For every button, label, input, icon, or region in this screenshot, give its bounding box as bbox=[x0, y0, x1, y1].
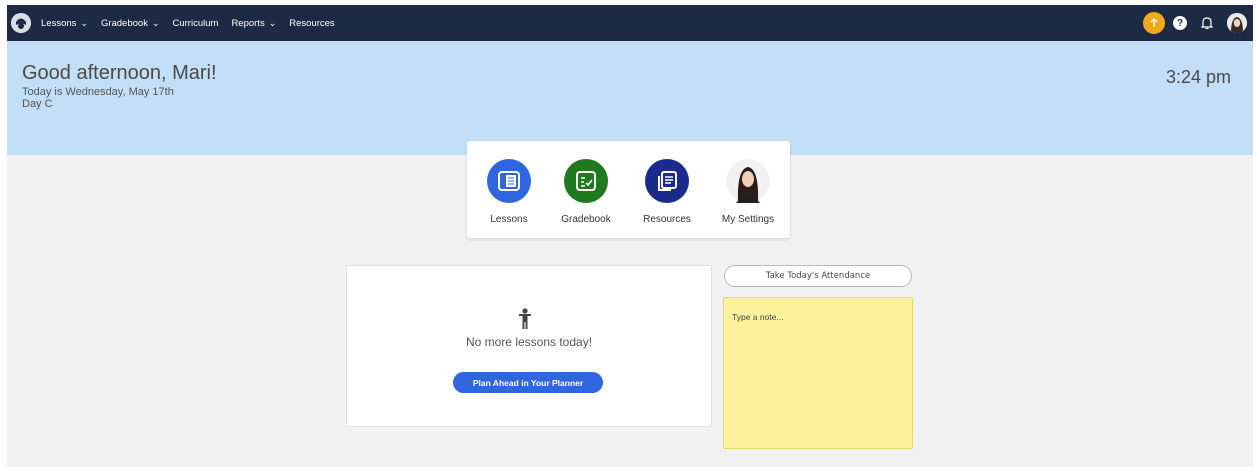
nav-item-resources[interactable]: Resources bbox=[289, 18, 334, 29]
nav-item-reports[interactable]: Reports ⌄ bbox=[231, 18, 276, 29]
chevron-down-icon: ⌄ bbox=[151, 17, 160, 28]
nav-item-label: Resources bbox=[289, 17, 335, 29]
greeting-banner: Good afternoon, Mari! Today is Wednesday… bbox=[7, 41, 1253, 155]
note-input[interactable] bbox=[732, 312, 902, 438]
chevron-down-icon: ⌄ bbox=[80, 17, 88, 28]
help-icon[interactable]: ? bbox=[1173, 16, 1187, 30]
nav-item-lessons[interactable]: Lessons ⌄ bbox=[41, 18, 88, 29]
day-text: Day C bbox=[22, 98, 53, 110]
gradebook-icon bbox=[564, 159, 608, 203]
quick-settings-button[interactable]: My Settings bbox=[708, 159, 788, 225]
quick-label-gradebook: Gradebook bbox=[561, 214, 611, 225]
plan-ahead-button[interactable]: Plan Ahead in Your Planner bbox=[453, 372, 603, 393]
nav-item-gradebook[interactable]: Gradebook ⌄ bbox=[101, 18, 160, 29]
clock-time: 3:24 pm bbox=[1165, 67, 1231, 87]
quick-lessons-button[interactable]: Lessons bbox=[469, 159, 549, 225]
nav-menu: Lessons ⌄ Gradebook ⌄ Curriculum Reports… bbox=[41, 5, 348, 41]
user-avatar[interactable] bbox=[1227, 13, 1247, 33]
nav-item-label: Reports bbox=[231, 17, 265, 29]
nav-right-controls: ? bbox=[1143, 5, 1247, 41]
sticky-note bbox=[723, 297, 913, 449]
quick-label-resources: Resources bbox=[643, 214, 691, 225]
top-nav: Lessons ⌄ Gradebook ⌄ Curriculum Reports… bbox=[7, 5, 1253, 41]
quick-gradebook-button[interactable]: Gradebook bbox=[546, 159, 626, 225]
date-text: Today is Wednesday, May 17th bbox=[22, 86, 174, 98]
logo-icon[interactable] bbox=[11, 13, 31, 33]
nav-item-curriculum[interactable]: Curriculum bbox=[173, 18, 219, 29]
greeting-text: Good afternoon, Mari! bbox=[22, 62, 217, 84]
app-frame: Lessons ⌄ Gradebook ⌄ Curriculum Reports… bbox=[7, 5, 1253, 467]
no-lessons-message: No more lessons today! bbox=[465, 335, 593, 349]
nav-item-label: Curriculum bbox=[172, 17, 219, 29]
quick-access-card: Lessons Gradebook Resources My Settings bbox=[467, 141, 790, 238]
upgrade-button[interactable] bbox=[1143, 12, 1165, 34]
quick-label-lessons: Lessons bbox=[490, 214, 528, 225]
bell-icon[interactable] bbox=[1200, 15, 1214, 31]
quick-label-settings: My Settings bbox=[721, 214, 775, 225]
arrow-up-icon bbox=[1150, 18, 1158, 27]
take-attendance-button[interactable]: Take Today's Attendance bbox=[724, 265, 912, 287]
settings-avatar-icon bbox=[726, 159, 770, 203]
lessons-icon bbox=[487, 159, 531, 203]
child-icon bbox=[518, 308, 532, 330]
lessons-today-card: No more lessons today! Plan Ahead in You… bbox=[346, 265, 712, 427]
resources-icon bbox=[645, 159, 689, 203]
quick-resources-button[interactable]: Resources bbox=[627, 159, 707, 225]
nav-item-label: Lessons bbox=[41, 17, 77, 29]
nav-item-label: Gradebook bbox=[100, 17, 148, 29]
chevron-down-icon: ⌄ bbox=[268, 17, 277, 28]
